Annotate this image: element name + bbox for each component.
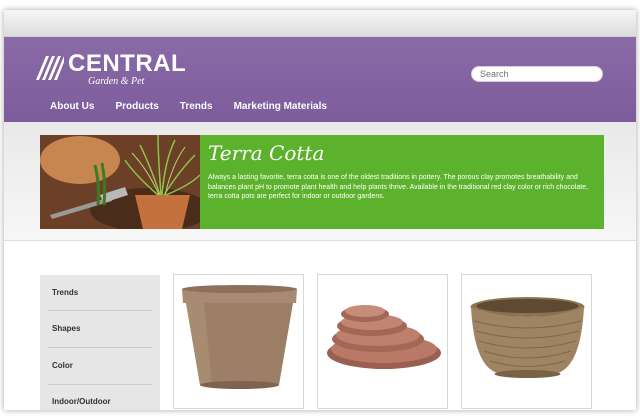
top-bar xyxy=(4,10,636,37)
hero-image xyxy=(40,135,200,229)
filter-sidebar: Trends Shapes Color Indoor/Outdoor xyxy=(40,275,160,410)
hero-garden-illustration xyxy=(40,135,200,229)
sidebar-item-shapes[interactable]: Shapes xyxy=(52,324,80,333)
search-input[interactable] xyxy=(471,66,603,82)
hero-description: Always a lasting favorite, terra cotta i… xyxy=(208,174,589,200)
logo-brand: CENTRAL xyxy=(68,50,187,77)
sidebar-divider xyxy=(48,310,152,311)
logo[interactable]: CENTRAL Garden & Pet xyxy=(36,50,186,87)
hero-panel: Terra Cotta Always a lasting favorite, t… xyxy=(200,135,604,229)
main-nav: About Us Products Trends Marketing Mater… xyxy=(50,101,348,112)
sidebar-item-color[interactable]: Color xyxy=(52,361,73,370)
hero-title: Terra Cotta xyxy=(208,141,325,165)
product-card[interactable] xyxy=(173,274,304,409)
nav-marketing-materials[interactable]: Marketing Materials xyxy=(234,101,327,112)
nav-trends[interactable]: Trends xyxy=(180,101,213,112)
sidebar-item-indoor-outdoor[interactable]: Indoor/Outdoor xyxy=(52,397,111,406)
wicker-pot-image xyxy=(470,297,585,378)
nav-about-us[interactable]: About Us xyxy=(50,101,94,112)
hero-band: Terra Cotta Always a lasting favorite, t… xyxy=(4,122,636,241)
site-header: CENTRAL Garden & Pet About Us Products T… xyxy=(4,37,636,122)
logo-subtitle: Garden & Pet xyxy=(88,76,145,87)
terra-cotta-pot-image xyxy=(182,285,297,389)
browser-frame: CENTRAL Garden & Pet About Us Products T… xyxy=(4,10,636,410)
product-card[interactable] xyxy=(461,274,592,409)
sidebar-divider xyxy=(48,347,152,348)
logo-stripes-icon xyxy=(36,56,64,80)
sidebar-item-trends[interactable]: Trends xyxy=(52,288,78,297)
nav-products[interactable]: Products xyxy=(115,101,158,112)
terra-cotta-saucers-image xyxy=(327,305,441,369)
product-card[interactable] xyxy=(317,274,448,409)
sidebar-divider xyxy=(48,384,152,385)
